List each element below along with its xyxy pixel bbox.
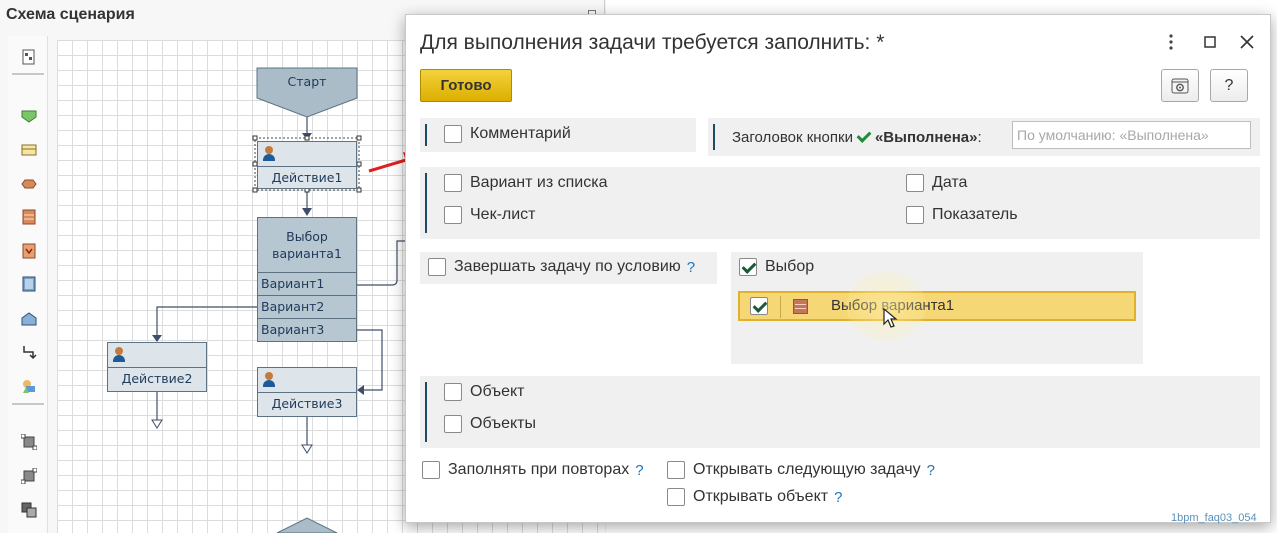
object-group: Объект Объекты <box>420 376 1260 448</box>
help-icon[interactable]: ? <box>687 259 695 276</box>
watermark: 1bpm_faq03_054 <box>1171 512 1257 524</box>
variant2-row[interactable]: Вариант2 <box>258 296 356 319</box>
finish-by-condition-label: Завершать задачу по условию <box>454 258 681 275</box>
green-check-icon <box>856 128 872 143</box>
settings-icon <box>1171 78 1189 93</box>
date-option[interactable]: Дата <box>906 174 967 192</box>
indicator-option[interactable]: Показатель <box>906 206 1018 224</box>
list-variant-label: Вариант из списка <box>470 174 608 191</box>
fill-on-repeat-checkbox[interactable] <box>422 461 440 479</box>
fill-on-repeat-label: Заполнять при повторах <box>448 461 630 478</box>
open-next-task-checkbox[interactable] <box>667 461 685 479</box>
object-option[interactable]: Объект <box>444 383 524 401</box>
variant3-row[interactable]: Вариант3 <box>258 319 356 342</box>
comment-group: Комментарий <box>420 118 696 152</box>
action1-label: Действие1 <box>271 170 343 185</box>
choice-label: Выбор <box>765 258 815 275</box>
objects-option[interactable]: Объекты <box>444 415 536 433</box>
open-next-task-label: Открывать следующую задачу <box>693 461 921 478</box>
kebab-menu-icon[interactable] <box>1158 29 1184 55</box>
date-checkbox[interactable] <box>906 174 924 192</box>
checklist-checkbox[interactable] <box>444 206 462 224</box>
comment-option[interactable]: Комментарий <box>444 125 571 143</box>
settings-button[interactable] <box>1161 69 1199 102</box>
close-icon[interactable] <box>1234 29 1260 55</box>
cursor-icon <box>883 308 898 328</box>
open-next-task-option[interactable]: Открывать следующую задачу ? <box>667 461 935 479</box>
group-bar <box>425 382 427 442</box>
choice-option[interactable]: Выбор <box>739 258 814 276</box>
start-node[interactable]: Старт <box>257 74 357 89</box>
open-object-option[interactable]: Открывать объект ? <box>667 488 842 506</box>
help-icon[interactable]: ? <box>927 462 935 479</box>
button-header-bold: «Выполнена» <box>874 129 978 146</box>
comment-checkbox[interactable] <box>444 125 462 143</box>
choice-checkbox[interactable] <box>739 258 757 276</box>
object-checkbox[interactable] <box>444 383 462 401</box>
list-variant-checkbox[interactable] <box>444 174 462 192</box>
objects-label: Объекты <box>470 415 536 432</box>
condition-group: Завершать задачу по условию ? <box>420 252 717 284</box>
fill-on-repeat-option[interactable]: Заполнять при повторах ? <box>422 461 644 479</box>
fill-requirements-dialog: Для выполнения задачи требуется заполнит… <box>405 14 1271 523</box>
choice-item-row[interactable]: Выбор варианта1 <box>738 291 1136 321</box>
help-button[interactable]: ? <box>1210 69 1248 102</box>
action3-label: Действие3 <box>271 396 343 411</box>
choice-icon <box>793 299 808 314</box>
comment-label: Комментарий <box>470 125 571 142</box>
divider <box>780 296 781 318</box>
group-bar <box>713 124 715 150</box>
open-object-checkbox[interactable] <box>667 488 685 506</box>
choice-item-checkbox[interactable] <box>750 297 768 315</box>
indicator-checkbox[interactable] <box>906 206 924 224</box>
finish-by-condition-checkbox[interactable] <box>428 258 446 276</box>
group-bar <box>425 124 427 146</box>
action3-node[interactable]: Действие3 <box>257 367 357 417</box>
list-variant-option[interactable]: Вариант из списка <box>444 174 607 192</box>
choice-node-title-line2: варианта1 <box>272 246 342 261</box>
person-icon <box>262 146 276 161</box>
date-label: Дата <box>932 174 968 191</box>
action2-label: Действие2 <box>121 371 193 386</box>
open-object-label: Открывать объект <box>693 488 829 505</box>
objects-checkbox[interactable] <box>444 415 462 433</box>
button-header-suffix: : <box>977 129 982 146</box>
checklist-option[interactable]: Чек-лист <box>444 206 536 224</box>
checklist-label: Чек-лист <box>470 206 536 223</box>
person-icon <box>262 372 276 387</box>
variant1-row[interactable]: Вариант1 <box>258 273 356 296</box>
action1-node[interactable]: Действие1 <box>257 141 357 189</box>
dialog-title: Для выполнения задачи требуется заполнит… <box>420 31 885 54</box>
choice-node-title-line1: Выбор <box>286 229 328 244</box>
maximize-icon[interactable] <box>1197 29 1223 55</box>
button-header-input[interactable]: По умолчанию: «Выполнена» <box>1012 121 1251 149</box>
help-icon[interactable]: ? <box>635 462 643 479</box>
object-label: Объект <box>470 383 525 400</box>
help-icon[interactable]: ? <box>834 489 842 506</box>
button-header-prefix: Заголовок кнопки <box>732 129 853 146</box>
choice-node[interactable]: Выбор варианта1 Вариант1 Вариант2 Вариан… <box>257 217 357 342</box>
group-bar <box>425 173 427 233</box>
button-header-label: Заголовок кнопки «Выполнена» : <box>732 128 982 146</box>
action2-node[interactable]: Действие2 <box>107 342 207 392</box>
fields-group: Вариант из списка Дата Чек-лист Показате… <box>420 167 1260 239</box>
finish-by-condition-option[interactable]: Завершать задачу по условию ? <box>428 258 695 276</box>
button-header-input-placeholder: По умолчанию: «Выполнена» <box>1017 127 1209 143</box>
ready-button[interactable]: Готово <box>420 69 512 102</box>
indicator-label: Показатель <box>932 206 1018 223</box>
person-icon <box>112 347 126 362</box>
